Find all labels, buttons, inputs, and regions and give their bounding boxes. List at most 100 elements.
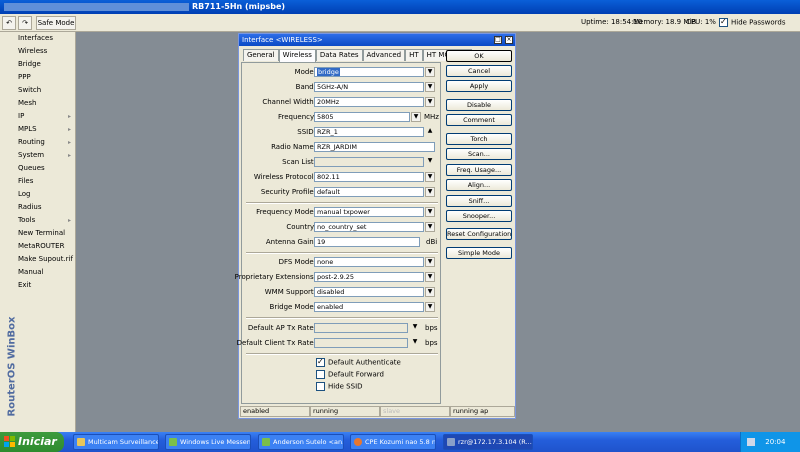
cpu-text: CPU: 1% (686, 18, 716, 26)
dropdown-arrow-icon[interactable]: ▼ (410, 338, 420, 348)
undo-icon[interactable]: ↶ (2, 16, 16, 30)
sidebar-item-bridge[interactable]: Bridge (15, 58, 75, 71)
default-ap-tx-rate-input[interactable] (314, 323, 408, 333)
dropdown-arrow-icon[interactable]: ▼ (425, 257, 435, 267)
tab-wireless[interactable]: Wireless (278, 49, 316, 62)
sidebar-item-make-supout[interactable]: Make Supout.rif (15, 253, 75, 266)
tab-data-rates[interactable]: Data Rates (315, 49, 363, 61)
sidebar-item-wireless[interactable]: Wireless (15, 45, 75, 58)
dialog-title-bar: Interface <WIRELESS> □ × (239, 34, 515, 46)
country-select[interactable]: no_country_set (314, 222, 424, 232)
bridge-mode-select[interactable]: enabled (314, 302, 424, 312)
tab-ht[interactable]: HT (405, 49, 423, 61)
sidebar-item-manual[interactable]: Manual (15, 266, 75, 279)
dropdown-arrow-icon[interactable]: ▼ (425, 157, 435, 167)
antenna-gain-input[interactable]: 19 (314, 237, 420, 247)
antenna-gain-unit: dBi (426, 238, 438, 246)
dropdown-arrow-icon[interactable]: ▼ (425, 287, 435, 297)
simple-mode-button[interactable]: Simple Mode (446, 247, 512, 259)
apply-button[interactable]: Apply (446, 80, 512, 92)
ssid-input[interactable]: RZR_1 (314, 127, 424, 137)
security-profile-select[interactable]: default (314, 187, 424, 197)
taskbar: Iniciar Multicam Surveillance ... Window… (0, 432, 800, 452)
scan-list-input[interactable] (314, 157, 424, 167)
sidebar-item-mesh[interactable]: Mesh (15, 97, 75, 110)
restore-icon[interactable]: □ (494, 36, 502, 44)
radio-name-input[interactable]: RZR_JARDIM (314, 142, 435, 152)
align-button[interactable]: Align... (446, 179, 512, 191)
dropdown-arrow-icon[interactable]: ▼ (425, 272, 435, 282)
dropdown-arrow-icon[interactable]: ▼ (425, 222, 435, 232)
sidebar-item-ip[interactable]: IP ▸ (15, 110, 75, 123)
sidebar-item-system[interactable]: System ▸ (15, 149, 75, 162)
sniff-button[interactable]: Sniff... (446, 195, 512, 207)
mode-select[interactable]: bridge (314, 67, 424, 77)
sidebar-item-metarouter[interactable]: MetaROUTER (15, 240, 75, 253)
hide-passwords-checkbox[interactable]: Hide Passwords (719, 17, 786, 27)
dropdown-arrow-icon[interactable]: ▼ (411, 112, 421, 122)
frequency-row: Frequency: 5805 ▼ MHz (277, 112, 439, 122)
reset-configuration-button[interactable]: Reset Configuration (446, 228, 512, 240)
dropdown-arrow-icon[interactable]: ▼ (425, 302, 435, 312)
scan-button[interactable]: Scan... (446, 148, 512, 160)
sidebar-item-radius[interactable]: Radius (15, 201, 75, 214)
sidebar-item-switch[interactable]: Switch (15, 84, 75, 97)
dropdown-arrow-icon[interactable]: ▼ (410, 323, 420, 333)
wmm-support-select[interactable]: disabled (314, 287, 424, 297)
dropdown-arrow-icon[interactable]: ▼ (425, 67, 435, 77)
taskbar-item-chat[interactable]: Anderson Sutelo <an... (258, 434, 344, 450)
windows-logo-icon (4, 436, 15, 447)
taskbar-item-multicam[interactable]: Multicam Surveillance ... (73, 434, 159, 450)
redo-icon[interactable]: ↷ (18, 16, 32, 30)
freq-usage-button[interactable]: Freq. Usage... (446, 164, 512, 176)
sidebar-item-queues[interactable]: Queues (15, 162, 75, 175)
channel-width-select[interactable]: 20MHz (314, 97, 424, 107)
checkbox-icon (316, 382, 325, 391)
collapse-arrow-icon[interactable]: ▲ (425, 127, 435, 137)
sidebar-item-log[interactable]: Log (15, 188, 75, 201)
sidebar-item-ppp[interactable]: PPP (15, 71, 75, 84)
channel-width-row: Channel Width: 20MHz ▼ (242, 97, 442, 108)
winbox-icon (447, 438, 455, 446)
safe-mode-button[interactable]: Safe Mode (36, 16, 76, 30)
band-select[interactable]: 5GHz-A/N (314, 82, 424, 92)
dfs-mode-row: DFS Mode: none ▼ (242, 257, 442, 268)
dfs-mode-select[interactable]: none (314, 257, 424, 267)
sidebar-item-interfaces[interactable]: Interfaces (15, 32, 75, 45)
dropdown-arrow-icon[interactable]: ▼ (425, 82, 435, 92)
sidebar-item-tools[interactable]: Tools ▸ (15, 214, 75, 227)
proprietary-extensions-select[interactable]: post-2.9.25 (314, 272, 424, 282)
default-authenticate-checkbox[interactable]: Default Authenticate (316, 357, 401, 368)
sidebar-item-routing[interactable]: Routing ▸ (15, 136, 75, 149)
snooper-button[interactable]: Snooper... (446, 210, 512, 222)
frequency-mode-select[interactable]: manual txpower (314, 207, 424, 217)
sidebar-item-mpls[interactable]: MPLS ▸ (15, 123, 75, 136)
hide-ssid-checkbox[interactable]: Hide SSID (316, 382, 363, 392)
tab-advanced[interactable]: Advanced (362, 49, 406, 61)
dialog-title: Interface <WIRELESS> (242, 36, 323, 44)
dropdown-arrow-icon[interactable]: ▼ (425, 97, 435, 107)
torch-button[interactable]: Torch (446, 133, 512, 145)
tab-general[interactable]: General (243, 49, 279, 61)
dropdown-arrow-icon[interactable]: ▼ (425, 172, 435, 182)
taskbar-item-winbox[interactable]: rzr@172.17.3.104 (R... (443, 434, 533, 450)
dropdown-arrow-icon[interactable]: ▼ (425, 187, 435, 197)
ok-button[interactable]: OK (446, 50, 512, 62)
sidebar-item-files[interactable]: Files (15, 175, 75, 188)
frequency-select[interactable]: 5805 (314, 112, 410, 122)
wireless-protocol-select[interactable]: 802.11 (314, 172, 424, 182)
cancel-button[interactable]: Cancel (446, 65, 512, 77)
disable-button[interactable]: Disable (446, 99, 512, 111)
default-forward-checkbox[interactable]: Default Forward (316, 370, 384, 380)
comment-button[interactable]: Comment (446, 114, 512, 126)
sidebar-item-exit[interactable]: Exit (15, 279, 75, 292)
frequency-mode-row: Frequency Mode: manual txpower ▼ (242, 207, 442, 218)
default-client-tx-rate-input[interactable] (314, 338, 408, 348)
taskbar-item-browser[interactable]: CPE Kozumi nao 5.8 n... (350, 434, 436, 450)
close-icon[interactable]: × (505, 36, 513, 44)
taskbar-item-messenger[interactable]: Windows Live Messen... (165, 434, 251, 450)
network-icon[interactable] (747, 438, 755, 446)
dropdown-arrow-icon[interactable]: ▼ (425, 207, 435, 217)
start-button[interactable]: Iniciar (0, 432, 64, 452)
sidebar-item-new-terminal[interactable]: New Terminal (15, 227, 75, 240)
